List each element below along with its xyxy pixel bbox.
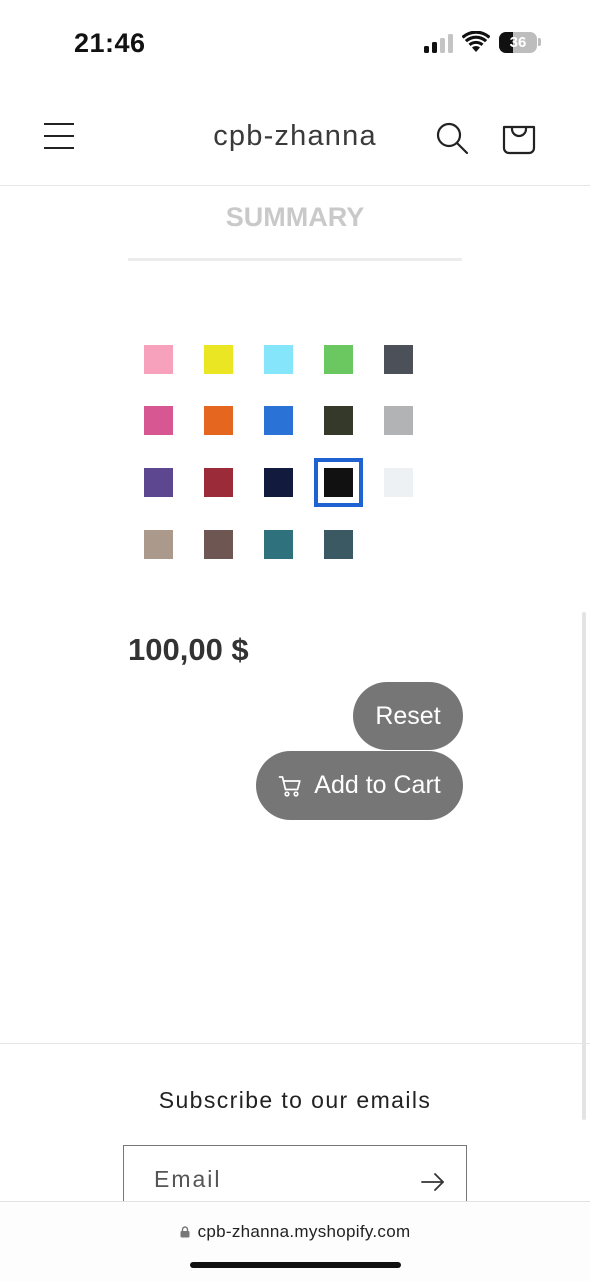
search-icon [436,122,469,155]
battery-tip [538,38,541,46]
wifi-icon [462,31,490,52]
color-swatch[interactable] [384,406,413,435]
color-swatch[interactable] [144,530,173,559]
color-swatch[interactable] [384,345,413,374]
color-swatch[interactable] [264,530,293,559]
subscribe-heading: Subscribe to our emails [158,1087,432,1113]
search-button[interactable] [434,120,470,156]
battery-percent: 36 [509,34,527,51]
cart-icon [502,125,536,155]
color-swatch-selected[interactable] [314,458,363,507]
arrow-right-icon [421,1173,444,1191]
color-swatch[interactable] [204,468,233,497]
reset-label: Reset [375,701,441,730]
shopping-cart-icon [278,775,301,797]
summary-heading: SUMMARY [225,202,365,232]
battery-icon: 36 [499,32,537,53]
url-field[interactable]: cpb-zhanna.myshopify.com [0,1222,590,1242]
color-swatch[interactable] [204,345,233,374]
home-indicator[interactable] [190,1262,401,1268]
reset-button[interactable]: Reset [353,682,463,750]
color-swatch[interactable] [324,406,353,435]
color-swatch[interactable] [384,468,413,497]
url-text: cpb-zhanna.myshopify.com [197,1222,411,1241]
email-submit-button[interactable] [420,1170,446,1194]
add-to-cart-button[interactable]: Add to Cart [256,751,463,820]
color-swatch[interactable] [324,345,353,374]
browser-address-bar: cpb-zhanna.myshopify.com [0,1201,590,1281]
cart-button[interactable] [500,118,538,156]
product-price: 100,00 $ [128,632,249,667]
summary-divider [128,258,462,261]
status-bar: 21:46 36 [0,0,590,90]
color-swatch[interactable] [204,530,233,559]
color-swatch[interactable] [144,468,173,497]
status-time: 21:46 [74,28,146,58]
email-input[interactable] [154,1166,394,1193]
color-swatch[interactable] [204,406,233,435]
color-swatch[interactable] [324,530,353,559]
store-header: cpb-zhanna [0,90,590,186]
footer-divider [0,1043,590,1044]
color-swatch[interactable] [264,345,293,374]
color-swatch[interactable] [264,406,293,435]
color-swatch[interactable] [144,345,173,374]
lock-icon [180,1226,190,1238]
color-swatch[interactable] [264,468,293,497]
signal-icon [424,33,454,53]
color-swatch[interactable] [144,406,173,435]
add-to-cart-label: Add to Cart [314,771,441,799]
